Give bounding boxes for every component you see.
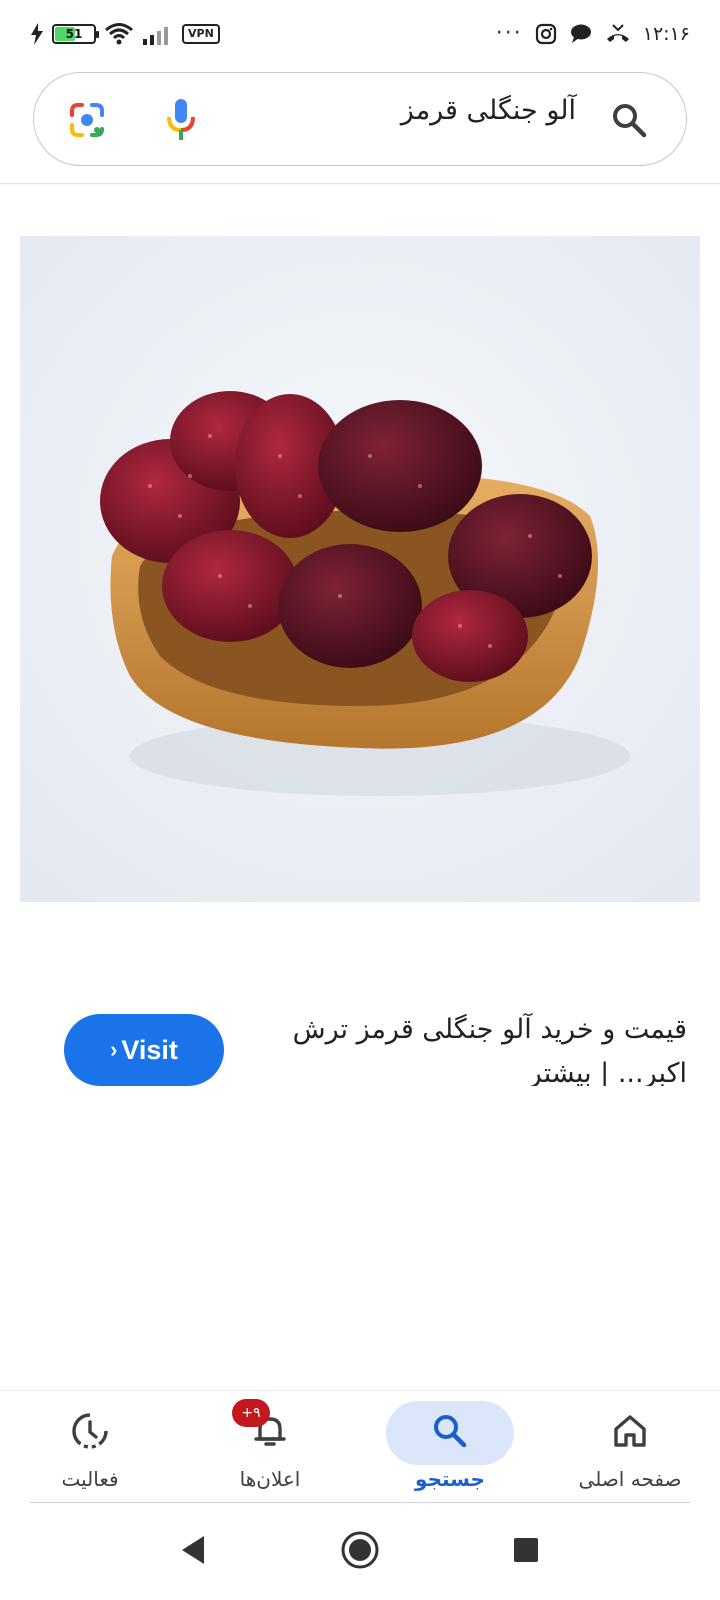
search-icon[interactable]: [610, 101, 648, 139]
notification-count-badge: ۹+: [232, 1399, 270, 1427]
visit-label: Visit: [121, 1034, 178, 1065]
instagram-icon: [535, 23, 556, 45]
battery-icon: 51: [52, 24, 99, 44]
back-icon[interactable]: [172, 1528, 216, 1572]
missed-call-icon: [606, 24, 629, 42]
nav-label-activity: فعالیت: [61, 1467, 119, 1491]
activity-icon: [72, 1413, 108, 1449]
nav-divider: [30, 1502, 690, 1503]
vpn-badge: VPN: [182, 24, 220, 44]
nav-item-search[interactable]: جستجو: [360, 1391, 540, 1503]
visit-button[interactable]: › Visit: [64, 1014, 224, 1086]
search-bar[interactable]: آلو جنگلی قرمز: [33, 72, 687, 166]
result-title[interactable]: قیمت و خرید آلو جنگلی قرمز ترش اکبر... |…: [267, 1008, 687, 1086]
nav-item-notifications[interactable]: ۹+ اعلان‌ها: [180, 1391, 360, 1503]
battery-level: 51: [65, 27, 83, 41]
home-button-icon[interactable]: [338, 1528, 382, 1572]
wifi-icon: [105, 23, 133, 45]
nav-label-notifications: اعلان‌ها: [239, 1467, 301, 1491]
nav-item-activity[interactable]: فعالیت: [0, 1391, 180, 1503]
charging-icon: [31, 23, 43, 45]
chat-icon: [570, 24, 591, 43]
status-left: 51 VPN: [30, 20, 220, 48]
home-icon: [614, 1415, 646, 1447]
search-icon: [434, 1415, 467, 1448]
signal-icon: [143, 27, 168, 45]
clock: ۱۲:۱۶: [642, 23, 690, 45]
recents-icon[interactable]: [504, 1528, 548, 1572]
search-query[interactable]: آلو جنگلی قرمز: [401, 95, 576, 126]
nav-label-home: صفحه اصلی: [578, 1467, 682, 1491]
visit-arrow-icon: ›: [110, 1037, 118, 1062]
bottom-nav: فعالیت ۹+ اعلان‌ها جستجو صفحه اصلی: [0, 1390, 720, 1502]
system-nav-bar: [0, 1510, 720, 1600]
result-image[interactable]: [20, 236, 700, 902]
more-notifications-icon: ···: [495, 21, 523, 46]
search-header: آلو جنگلی قرمز: [0, 66, 720, 184]
nav-label-search: جستجو: [415, 1467, 485, 1491]
google-lens-icon[interactable]: [68, 101, 106, 139]
status-right: ··· ۱۲:۱۶: [496, 20, 690, 48]
dried-plums-photo: [20, 236, 700, 902]
status-bar: 51 VPN ··· ۱۲:۱۶: [0, 0, 720, 66]
microphone-icon[interactable]: [166, 97, 196, 143]
nav-item-home[interactable]: صفحه اصلی: [540, 1391, 720, 1503]
